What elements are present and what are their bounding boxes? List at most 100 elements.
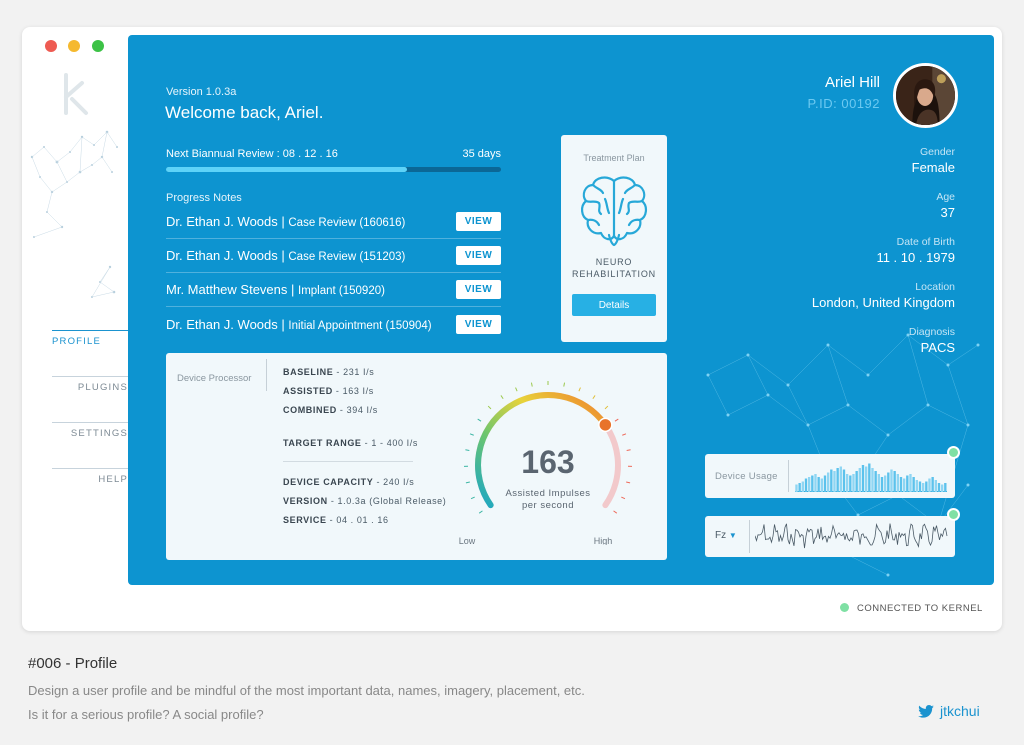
connection-status: CONNECTED TO KERNEL (840, 603, 983, 614)
treatment-details-button[interactable]: Details (572, 294, 656, 316)
gauge-tick (465, 481, 470, 484)
usage-bar (833, 471, 836, 492)
progress-note-row: Mr. Matthew Stevens | Implant (150920) V… (166, 273, 501, 307)
gauge-tick (622, 433, 627, 436)
divider (788, 460, 789, 492)
view-note-button[interactable]: VIEW (456, 212, 501, 231)
brain-icon (581, 176, 647, 247)
status-dot (947, 508, 960, 521)
gauge-tick (626, 481, 631, 484)
usage-bar (845, 474, 849, 492)
stat-service: SERVICE - 04 . 01 . 16 (283, 515, 389, 525)
treatment-name-line1: NEURO (595, 257, 633, 267)
minimize-window-button[interactable] (68, 40, 80, 52)
device-processor-card: Device Processor BASELINE - 231 I/s ASSI… (166, 353, 667, 560)
view-note-button[interactable]: VIEW (456, 246, 501, 265)
avatar[interactable] (893, 63, 958, 128)
avatar-photo (896, 66, 955, 125)
usage-bar (820, 478, 823, 492)
progress-note-row: Dr. Ethan J. Woods | Case Review (151203… (166, 239, 501, 273)
gauge-tick (613, 510, 618, 514)
usage-bar (896, 474, 899, 492)
progress-notes-list: Dr. Ethan J. Woods | Case Review (160616… (166, 205, 501, 341)
patient-id: P.ID: 00192 (807, 96, 880, 111)
usage-bar (864, 466, 868, 492)
age-label: Age (936, 191, 955, 203)
usage-bar (823, 475, 827, 492)
diagnosis-label: Diagnosis (908, 326, 955, 338)
usage-bar (839, 466, 842, 492)
usage-bar (830, 469, 833, 492)
usage-bar (937, 483, 941, 492)
usage-bar (811, 475, 814, 492)
review-progress-bar (166, 167, 501, 172)
close-window-button[interactable] (45, 40, 57, 52)
usage-bar (795, 484, 798, 492)
twitter-handle[interactable]: jtkchui (918, 703, 980, 719)
gauge-value: 163 (521, 444, 574, 480)
progress-note-row: Dr. Ethan J. Woods | Case Review (160616… (166, 205, 501, 239)
main-panel: Version 1.0.3a Welcome back, Ariel. Next… (128, 35, 994, 585)
usage-bar (909, 474, 912, 492)
app-logo (64, 73, 88, 115)
view-note-button[interactable]: VIEW (456, 280, 501, 299)
next-review-label: Next Biannual Review : 08 . 12 . 16 (166, 148, 338, 160)
patient-name: Ariel Hill (824, 74, 880, 91)
usage-bar (902, 478, 906, 492)
nav-item-help[interactable]: HELP (52, 468, 128, 514)
caption-line: Design a user profile and be mindful of … (28, 683, 585, 698)
gauge-tick (614, 418, 619, 422)
connected-dot-icon (840, 603, 849, 612)
stat-version: VERSION - 1.0.3a (Global Release) (283, 496, 447, 506)
device-processor-title: Device Processor (177, 373, 252, 384)
nav-item-profile[interactable]: PROFILE (52, 330, 128, 376)
usage-bar (887, 472, 890, 492)
nav-item-plugins[interactable]: PLUGINS (52, 376, 128, 422)
caption-line: Is it for a serious profile? A social pr… (28, 707, 264, 722)
impulse-gauge: 163 Assisted Impulses per second Low Hig… (459, 381, 632, 545)
usage-bar (934, 480, 937, 492)
usage-bar (928, 478, 931, 492)
usage-bar (871, 468, 874, 492)
note-detail: Implant (150920) (298, 285, 385, 297)
usage-bar (944, 483, 947, 492)
gauge-tick (487, 405, 492, 410)
gauge-tick (592, 395, 596, 400)
eeg-wave-card: Fz ▼ (705, 516, 955, 557)
usage-bar (817, 477, 820, 492)
patient-details: Gender Female Age 37 Date of Birth 11 . … (754, 145, 955, 370)
maximize-window-button[interactable] (92, 40, 104, 52)
usage-bar (906, 475, 909, 492)
gauge-tick (604, 405, 609, 410)
dob-value: 11 . 10 . 1979 (876, 250, 955, 265)
nav-item-settings[interactable]: SETTINGS (52, 422, 128, 468)
note-author: Dr. Ethan J. Woods (166, 214, 278, 229)
usage-bar (836, 468, 839, 492)
version-label: Version 1.0.3a (166, 86, 237, 98)
usage-bar (931, 477, 934, 492)
gauge-tick (478, 510, 483, 514)
channel-select[interactable]: Fz ▼ (715, 530, 737, 541)
usage-bar (877, 474, 880, 492)
gauge-tick (530, 382, 533, 387)
gender-label: Gender (919, 146, 955, 158)
usage-bar (852, 474, 855, 492)
usage-bar (899, 477, 903, 492)
usage-bar (880, 477, 884, 492)
welcome-heading: Welcome back, Ariel. (165, 103, 324, 122)
usage-bar (925, 481, 928, 492)
usage-bar (915, 480, 918, 492)
gender-value: Female (911, 160, 955, 175)
usage-bar (798, 483, 801, 492)
review-progress-fill (166, 167, 408, 172)
usage-bar (940, 484, 944, 492)
note-detail: Case Review (160616) (288, 217, 406, 229)
caption-title: #006 - Profile (28, 655, 118, 672)
app-window: PROFILE PLUGINS SETTINGS HELP Version 1.… (22, 27, 1002, 631)
view-note-button[interactable]: VIEW (456, 314, 501, 334)
usage-bar (858, 468, 861, 492)
divider (749, 520, 750, 553)
usage-bar (814, 474, 817, 492)
usage-bar (807, 477, 811, 492)
usage-bar (826, 472, 830, 492)
